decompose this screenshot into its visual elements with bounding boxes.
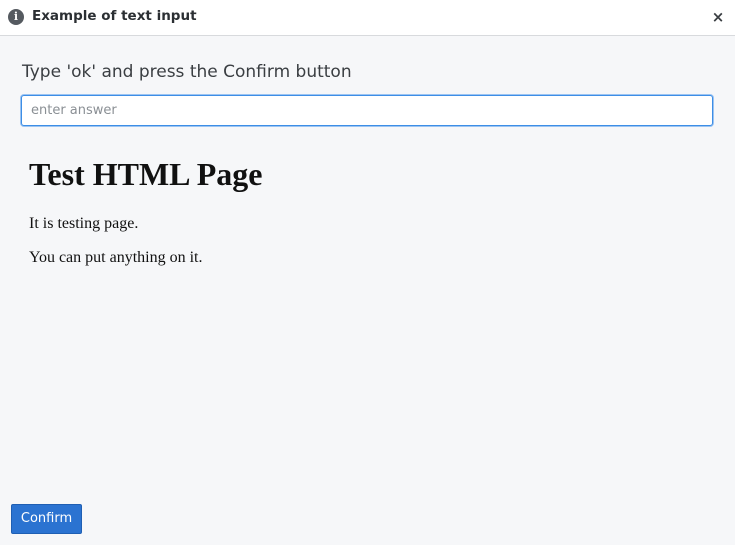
answer-input[interactable]: [21, 95, 713, 126]
page-heading: Test HTML Page: [29, 156, 263, 192]
paragraph-1: It is testing page.: [29, 215, 139, 232]
info-icon: i: [8, 9, 24, 25]
dialog-titlebar: i Example of text input ×: [0, 0, 735, 36]
confirm-button[interactable]: Confirm: [11, 504, 82, 534]
input-prompt: Type 'ok' and press the Confirm button: [22, 62, 352, 82]
close-icon[interactable]: ×: [707, 6, 729, 28]
dialog-title: Example of text input: [32, 8, 197, 24]
paragraph-2: You can put anything on it.: [29, 249, 203, 266]
html-content-area: Test HTML Page It is testing page. You c…: [29, 150, 709, 266]
